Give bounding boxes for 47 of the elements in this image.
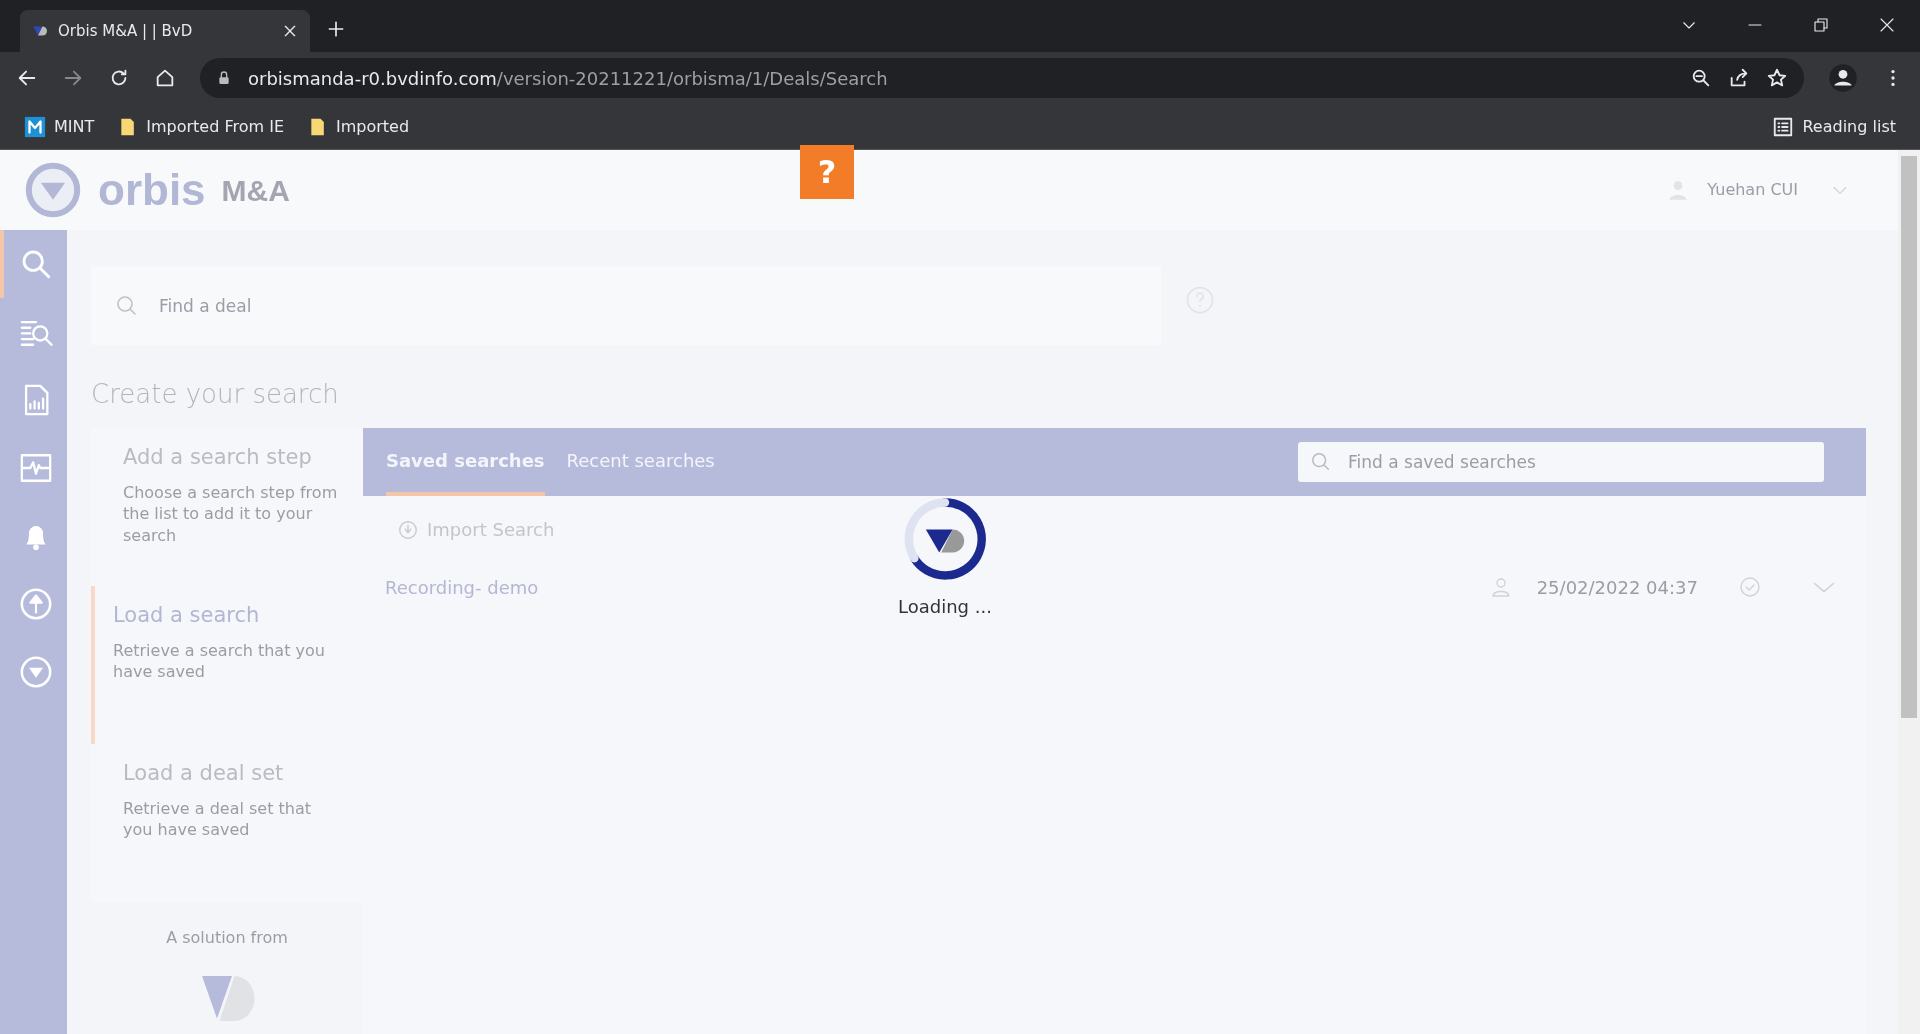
share-icon[interactable] xyxy=(1728,67,1750,89)
zoom-out-icon[interactable] xyxy=(1690,67,1712,89)
close-window-icon[interactable] xyxy=(1878,16,1896,34)
bookmark[interactable]: MINT xyxy=(24,114,95,139)
tab[interactable]: Recent searches xyxy=(566,428,715,496)
close-icon[interactable] xyxy=(282,23,298,39)
import-icon xyxy=(397,518,419,541)
option-description: Retrieve a deal set that you have saved xyxy=(123,797,313,841)
search-icon xyxy=(1310,451,1332,473)
profile-icon[interactable] xyxy=(1828,63,1858,93)
deal-search-field[interactable]: Find a deal xyxy=(91,267,1161,345)
check-circle-icon[interactable] xyxy=(1738,575,1762,599)
logo-text: orbis xyxy=(98,164,206,216)
list-icon xyxy=(1772,115,1795,138)
browser-tab[interactable]: Orbis M&A | | BvD xyxy=(20,10,310,52)
scrollbar-thumb[interactable] xyxy=(1901,156,1917,718)
bookmark[interactable]: Imported From IE xyxy=(118,114,284,139)
logo-circle-icon xyxy=(18,655,53,689)
bookmark[interactable]: Imported xyxy=(308,114,410,139)
loading-text: Loading ... xyxy=(898,595,992,619)
star-icon[interactable] xyxy=(1766,67,1788,89)
m-logo-icon xyxy=(24,115,46,138)
pulse-icon xyxy=(18,451,53,485)
address-bar[interactable]: orbismanda-r0.bvdinfo.com/version-20211221/orbisma/1/Deals/Search xyxy=(200,58,1804,98)
lock-icon xyxy=(216,70,232,86)
option-title: Load a deal set xyxy=(123,760,285,787)
footer-text: A solution from xyxy=(165,927,289,949)
user-name[interactable]: Yuehan CUI xyxy=(1707,178,1798,202)
tab-title: Orbis M&A | | BvD xyxy=(58,20,194,42)
section-heading: Create your search xyxy=(91,378,340,411)
reading-list[interactable]: Reading list xyxy=(1772,114,1896,139)
url-text: orbismanda-r0.bvdinfo.com/version-20211221/orbisma/1/Deals/Search xyxy=(248,66,889,91)
upload-icon xyxy=(18,587,53,621)
tab[interactable]: Saved searches xyxy=(386,428,545,496)
option-title: Add a search step xyxy=(123,444,313,471)
restore-icon[interactable] xyxy=(1812,16,1830,34)
option-description: Retrieve a search that you have saved xyxy=(113,639,326,683)
search-icon xyxy=(115,294,139,318)
saved-search-field[interactable]: Find a saved searches xyxy=(1298,442,1824,482)
option-title: Load a search xyxy=(113,602,261,629)
home-icon[interactable] xyxy=(154,67,176,89)
saved-search-name[interactable]: Recording- demo xyxy=(385,573,539,601)
orbis-logo-icon xyxy=(24,161,82,219)
logo-suffix: M&A xyxy=(221,172,290,209)
help-button[interactable]: ? xyxy=(799,145,854,199)
saved-date: 25/02/2022 04:37 xyxy=(1536,575,1698,600)
option-description: Choose a search step from the list to add it to your search xyxy=(123,481,339,547)
